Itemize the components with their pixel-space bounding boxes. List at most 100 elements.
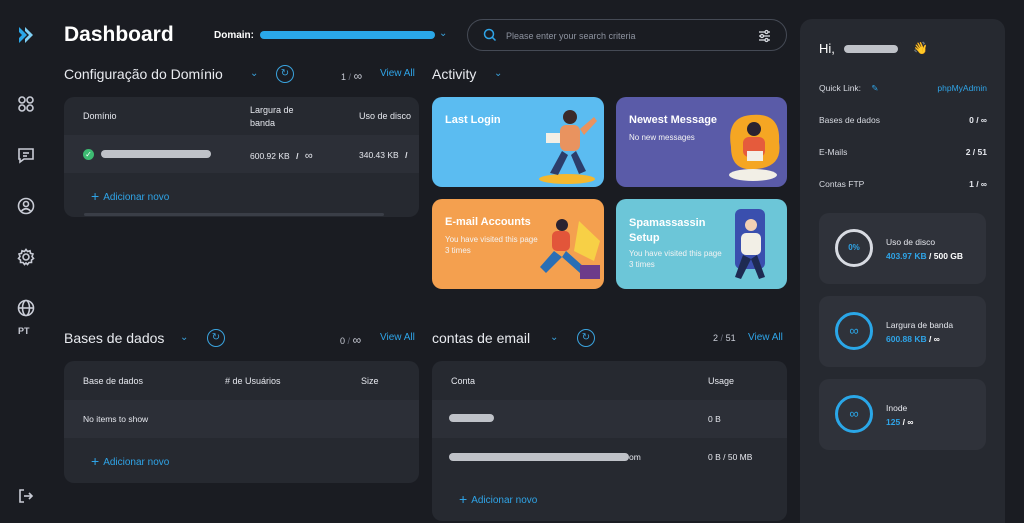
horizontal-scrollbar[interactable] xyxy=(84,213,384,216)
domain-name[interactable] xyxy=(101,150,211,158)
card-title: Last Login xyxy=(445,114,501,126)
domain-view-all-link[interactable]: View All xyxy=(380,68,415,79)
email-add-new-button[interactable]: + Adicionar novo xyxy=(459,491,537,507)
chevron-down-icon[interactable]: ⌄ xyxy=(180,332,188,343)
activity-card-email-accounts[interactable]: E-mail Accounts You have visited this pa… xyxy=(432,199,604,289)
domain-add-new-button[interactable]: + Adicionar novo xyxy=(91,188,169,204)
globe-icon[interactable] xyxy=(16,298,36,318)
databases-view-all-link[interactable]: View All xyxy=(380,332,415,343)
disk-usage-ring: 0% xyxy=(835,229,873,267)
col-size: Size xyxy=(361,376,379,386)
databases-count-sep: / xyxy=(347,336,351,346)
databases-title: Bases de dados xyxy=(64,330,165,346)
quick-link-label: Quick Link: xyxy=(819,83,862,93)
logo-icon[interactable] xyxy=(16,25,36,45)
illustration-icon xyxy=(729,114,780,181)
activity-title: Activity xyxy=(432,66,477,82)
username xyxy=(844,45,898,53)
email-view-all-link[interactable]: View All xyxy=(748,332,783,343)
illustration-icon xyxy=(735,209,765,279)
disk-sep: / xyxy=(405,150,408,160)
col-database: Base de dados xyxy=(83,376,144,386)
plus-icon: + xyxy=(459,491,468,507)
page-title: Dashboard xyxy=(64,23,174,46)
stat-label: Largura de banda xyxy=(886,320,954,330)
filter-sliders-icon[interactable] xyxy=(757,28,772,43)
search-input[interactable] xyxy=(506,28,746,44)
user-circle-icon[interactable] xyxy=(16,196,36,216)
empty-message: No items to show xyxy=(83,414,149,424)
activity-card-newest-message[interactable]: Newest Message No new messages xyxy=(616,97,787,187)
plus-icon: + xyxy=(91,188,100,204)
quick-link-phpmyadmin[interactable]: phpMyAdmin xyxy=(937,83,987,93)
add-new-label: Adicionar novo xyxy=(103,457,170,468)
bandwidth-value: 600.88 KB / ∞ xyxy=(886,334,940,344)
databases-count: 0 / ∞ xyxy=(340,333,361,347)
table-row: No items to show xyxy=(64,400,419,438)
chevron-down-icon[interactable]: ⌄ xyxy=(550,332,558,343)
table-header: Base de dados # de Usuários Size xyxy=(64,361,419,399)
email-count-sep: / xyxy=(720,333,724,343)
language-label[interactable]: PT xyxy=(18,326,30,336)
table-row[interactable]: om 0 B / 50 MB xyxy=(432,438,787,476)
chevron-down-icon[interactable]: ⌄ xyxy=(250,68,258,79)
bandwidth-cell: 600.92 KB / ∞ xyxy=(250,150,313,162)
activity-card-spamassassin[interactable]: Spamassassin Setup You have visited this… xyxy=(616,199,787,289)
activity-card-last-login[interactable]: Last Login xyxy=(432,97,604,187)
domain-count-sep: / xyxy=(348,72,352,82)
search-bar[interactable] xyxy=(467,19,787,51)
infinity-icon: ∞ xyxy=(835,312,873,350)
card-title: Newest Message xyxy=(629,114,718,126)
usage-cell: 0 B / 50 MB xyxy=(708,452,753,462)
stat-row-ftp: Contas FTP 1 / ∞ xyxy=(819,179,987,189)
stat-label: Bases de dados xyxy=(819,115,880,125)
stat-label: Contas FTP xyxy=(819,179,865,189)
total-value: 500 GB xyxy=(933,251,964,261)
col-account: Conta xyxy=(451,376,476,386)
disk-usage-value: 403.97 KB / 500 GB xyxy=(886,251,963,261)
account-suffix: om xyxy=(629,452,641,462)
settings-gear-icon[interactable] xyxy=(16,247,36,267)
total-value: ∞ xyxy=(933,334,940,344)
chevron-down-icon[interactable]: ⌄ xyxy=(494,68,502,79)
table-row[interactable]: ✓ 600.92 KB / ∞ 340.43 KB / xyxy=(64,135,419,173)
email-count-limit: 51 xyxy=(725,333,736,343)
stat-value: 0 / ∞ xyxy=(969,115,987,125)
stat-row-emails: E-Mails 2 / 51 xyxy=(819,147,987,157)
chat-icon[interactable] xyxy=(16,145,36,165)
sep: / xyxy=(929,251,932,261)
account-summary-panel: Hi, 👋 Quick Link: ✎ phpMyAdmin Bases de … xyxy=(800,19,1005,523)
illustration-icon xyxy=(539,110,597,184)
stat-label: E-Mails xyxy=(819,147,848,157)
usage-cell: 0 B xyxy=(708,414,721,424)
logout-icon[interactable] xyxy=(16,486,36,506)
chevron-down-icon[interactable]: ⌄ xyxy=(439,28,447,39)
stat-value: 2 / 51 xyxy=(965,147,987,157)
databases-count-limit: ∞ xyxy=(352,333,362,347)
table-row[interactable]: 0 B xyxy=(432,400,787,438)
col-disk: Uso de disco xyxy=(359,111,412,121)
email-account[interactable] xyxy=(449,414,494,422)
databases-count-value: 0 xyxy=(340,336,346,346)
databases-add-new-button[interactable]: + Adicionar novo xyxy=(91,453,169,469)
plus-icon: + xyxy=(91,453,100,469)
inode-value: 125 / ∞ xyxy=(886,417,913,427)
sep: / xyxy=(902,417,905,427)
refresh-icon[interactable]: ↻ xyxy=(577,329,595,347)
pencil-icon[interactable]: ✎ xyxy=(871,83,878,93)
table-header: Conta Usage xyxy=(432,361,787,399)
domain-count: 1 / ∞ xyxy=(341,69,362,83)
stat-label: Inode xyxy=(886,403,908,413)
refresh-icon[interactable]: ↻ xyxy=(276,65,294,83)
disk-cell: 340.43 KB / xyxy=(359,150,407,160)
bandwidth-sep: / xyxy=(296,151,299,161)
domain-count-value: 1 xyxy=(341,72,347,82)
apps-grid-icon[interactable] xyxy=(16,94,36,114)
email-account[interactable] xyxy=(449,453,629,461)
email-title: contas de email xyxy=(432,330,531,346)
domain-selector-value[interactable] xyxy=(260,31,435,39)
refresh-icon[interactable]: ↻ xyxy=(207,329,225,347)
sidebar: PT xyxy=(0,0,52,523)
col-users: # de Usuários xyxy=(225,376,281,386)
card-title: Spamassassin Setup xyxy=(629,217,706,244)
